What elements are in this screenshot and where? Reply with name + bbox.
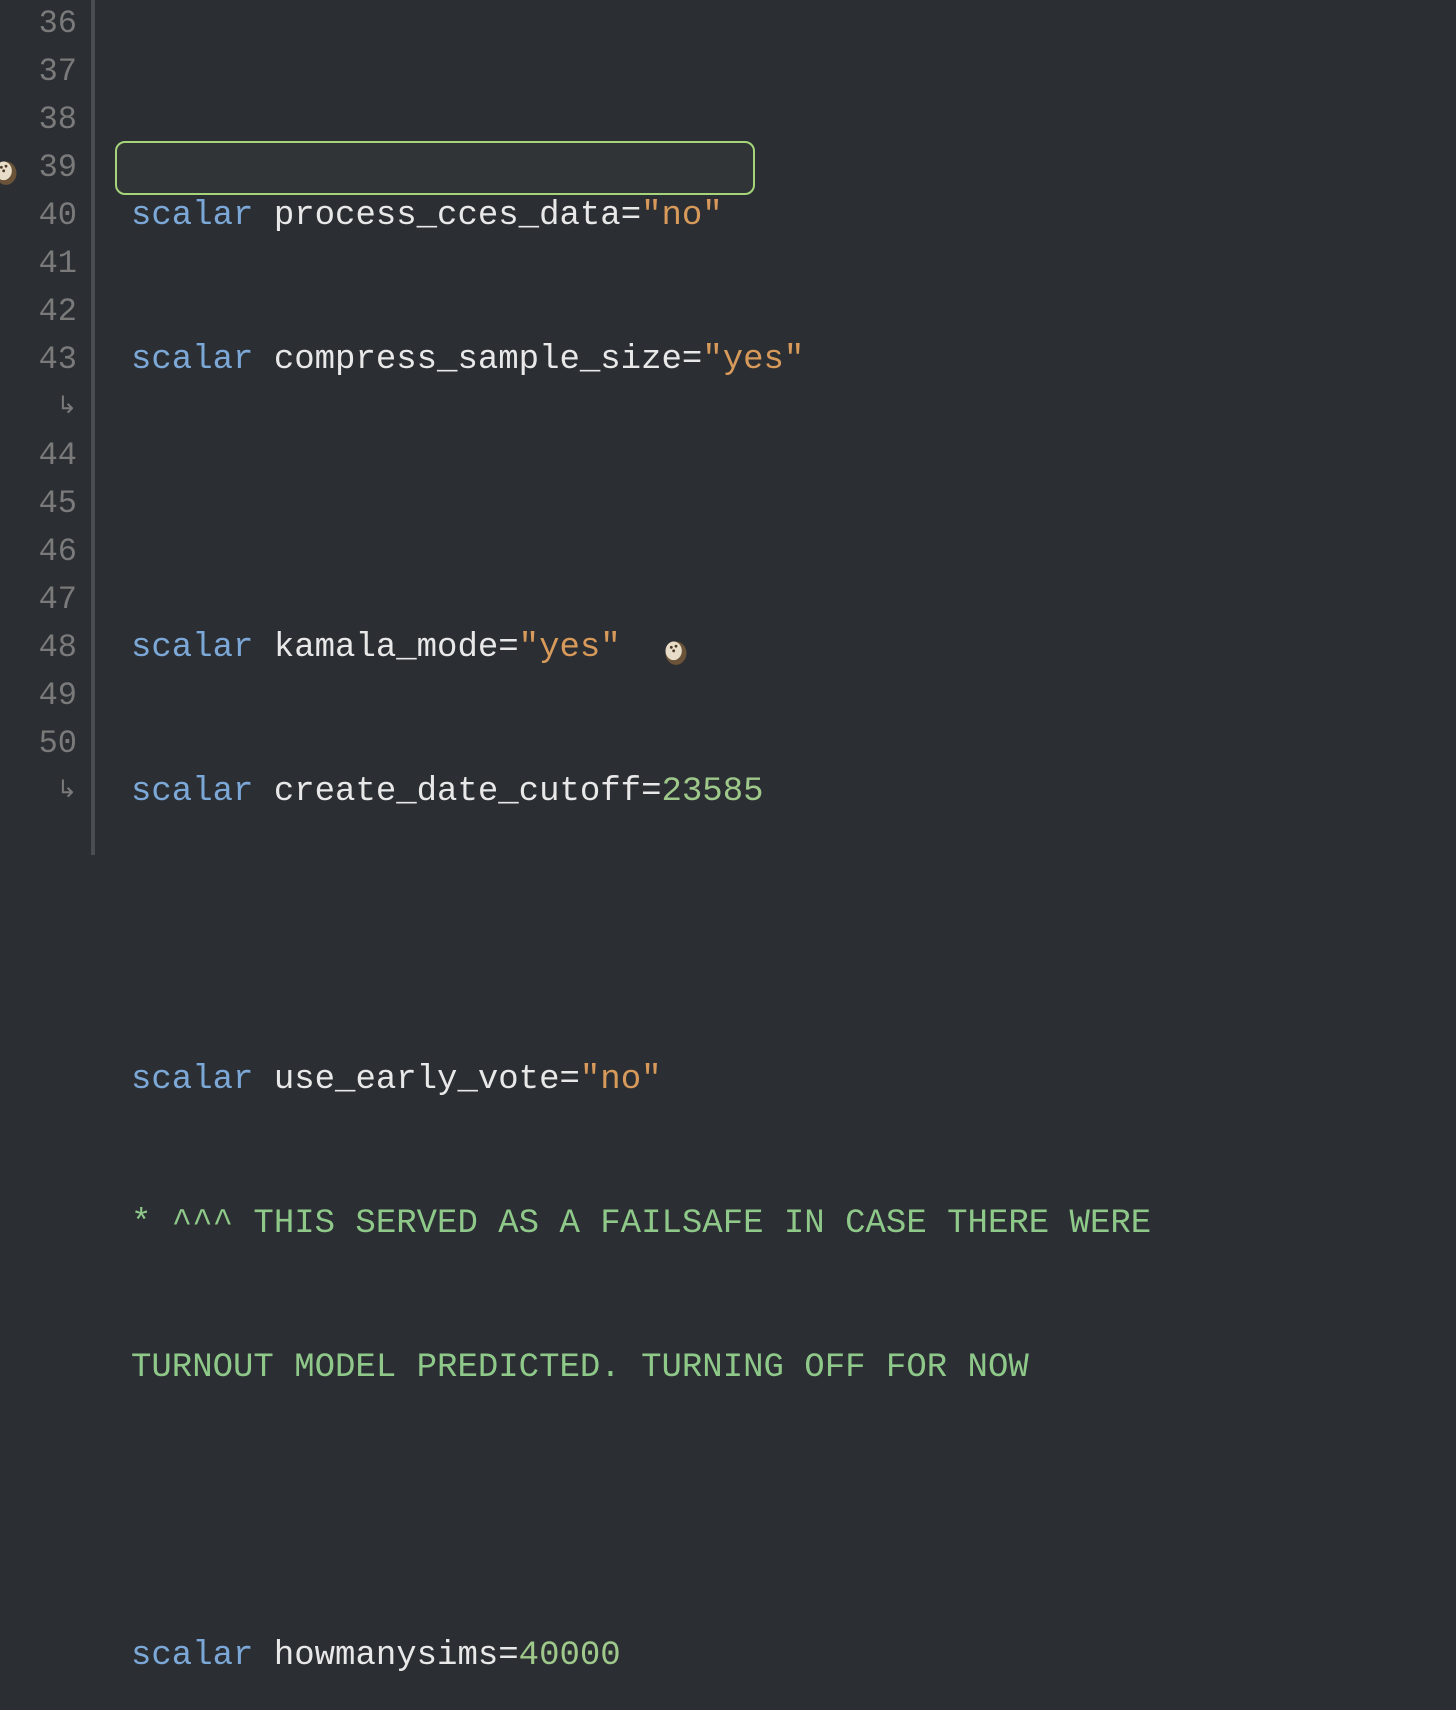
- wrap-indicator-icon: ↳: [10, 384, 77, 432]
- string-literal: "yes": [519, 624, 621, 672]
- code-line[interactable]: scalar process_cces_data="no": [101, 192, 1456, 240]
- line-number: 39: [10, 144, 77, 192]
- line-number: 49: [10, 672, 77, 720]
- line-number: 47: [10, 576, 77, 624]
- line-number: 43: [10, 336, 77, 384]
- operator: =: [559, 1056, 579, 1104]
- keyword: scalar: [131, 624, 253, 672]
- operator: =: [641, 768, 661, 816]
- comment: TURNOUT MODEL PREDICTED. TURNING OFF FOR…: [131, 1344, 1029, 1392]
- line-number: 37: [10, 48, 77, 96]
- operator: =: [498, 624, 518, 672]
- identifier: use_early_vote: [274, 1056, 560, 1104]
- coconut-icon: [662, 634, 690, 662]
- operator: =: [621, 192, 641, 240]
- string-literal: "no": [641, 192, 723, 240]
- code-line[interactable]: [101, 1488, 1456, 1536]
- identifier: create_date_cutoff: [274, 768, 641, 816]
- comment: * ^^^ THIS SERVED AS A FAILSAFE IN CASE …: [131, 1200, 1151, 1248]
- code-area[interactable]: scalar process_cces_data="no" scalar com…: [95, 0, 1456, 855]
- code-line[interactable]: scalar kamala_mode="yes": [101, 624, 1456, 672]
- string-literal: "yes": [702, 336, 804, 384]
- identifier: compress_sample_size: [274, 336, 682, 384]
- line-number: 38: [10, 96, 77, 144]
- wrap-indicator-icon: ↳: [10, 768, 77, 816]
- line-number: 40: [10, 192, 77, 240]
- code-line[interactable]: [101, 480, 1456, 528]
- line-number: 45: [10, 480, 77, 528]
- number-literal: 40000: [519, 1632, 621, 1680]
- line-number: 41: [10, 240, 77, 288]
- code-line[interactable]: scalar compress_sample_size="yes": [101, 336, 1456, 384]
- string-literal: "no": [580, 1056, 662, 1104]
- code-line-wrap[interactable]: TURNOUT MODEL PREDICTED. TURNING OFF FOR…: [101, 1344, 1456, 1392]
- highlight-box: [115, 141, 755, 195]
- code-line[interactable]: * ^^^ THIS SERVED AS A FAILSAFE IN CASE …: [101, 1200, 1456, 1248]
- operator: =: [498, 1632, 518, 1680]
- code-line[interactable]: scalar use_early_vote="no": [101, 1056, 1456, 1104]
- line-number: 48: [10, 624, 77, 672]
- keyword: scalar: [131, 1056, 253, 1104]
- line-number: 46: [10, 528, 77, 576]
- line-number: 44: [10, 432, 77, 480]
- identifier: process_cces_data: [274, 192, 621, 240]
- keyword: scalar: [131, 192, 253, 240]
- operator: =: [682, 336, 702, 384]
- code-line[interactable]: scalar create_date_cutoff=23585: [101, 768, 1456, 816]
- identifier: howmanysims: [274, 1632, 498, 1680]
- line-number: 42: [10, 288, 77, 336]
- line-number: 36: [10, 0, 77, 48]
- keyword: scalar: [131, 768, 253, 816]
- coconut-icon: [0, 154, 20, 182]
- line-number: 50: [10, 720, 77, 768]
- keyword: scalar: [131, 336, 253, 384]
- code-editor[interactable]: 36 37 38 39 40 41 42 43 ↳ 44 45 46 47 48…: [0, 0, 1456, 855]
- identifier: kamala_mode: [274, 624, 498, 672]
- number-literal: 23585: [662, 768, 764, 816]
- code-line[interactable]: [101, 912, 1456, 960]
- keyword: scalar: [131, 1632, 253, 1680]
- line-number-gutter: 36 37 38 39 40 41 42 43 ↳ 44 45 46 47 48…: [0, 0, 95, 855]
- code-line[interactable]: scalar howmanysims=40000: [101, 1632, 1456, 1680]
